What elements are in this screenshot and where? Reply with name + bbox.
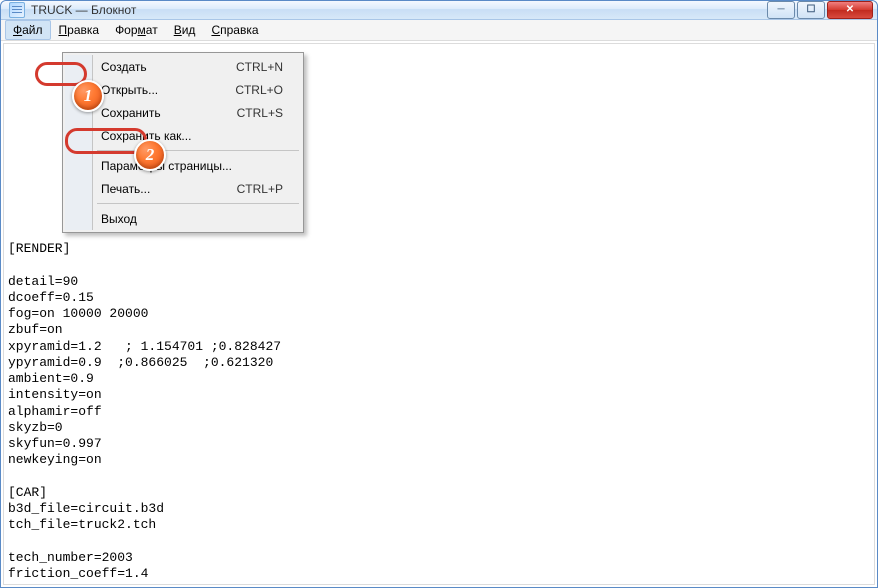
menu-edit[interactable]: Правка	[51, 20, 108, 40]
window-title: TRUCK — Блокнот	[31, 3, 767, 17]
menu-item-label: Выход	[101, 212, 301, 226]
menu-view[interactable]: Вид	[166, 20, 204, 40]
menu-file[interactable]: Файл	[5, 20, 51, 40]
maximize-button[interactable]: ☐	[797, 1, 825, 19]
menu-item-shortcut: CTRL+P	[237, 182, 301, 196]
menu-bar: Файл Правка Формат Вид Справка	[1, 20, 877, 41]
window-controls: ─ ☐ ✕	[767, 1, 873, 19]
menu-separator	[97, 203, 299, 204]
close-button[interactable]: ✕	[827, 1, 873, 19]
menu-item-label: Сохранить	[101, 106, 237, 120]
menu-separator	[97, 150, 299, 151]
menu-item-exit[interactable]: Выход	[65, 207, 301, 230]
menu-item-label: Печать...	[101, 182, 237, 196]
menu-item-page-setup[interactable]: Параметры страницы...	[65, 154, 301, 177]
menu-item-save-as[interactable]: Сохранить как...	[65, 124, 301, 147]
menu-item-shortcut: CTRL+S	[237, 106, 301, 120]
minimize-button[interactable]: ─	[767, 1, 795, 19]
menu-item-label: Сохранить как...	[101, 129, 301, 143]
file-dropdown-menu: Создать CTRL+N Открыть... CTRL+O Сохрани…	[62, 52, 304, 233]
notepad-icon	[9, 2, 25, 18]
menu-item-shortcut: CTRL+O	[235, 83, 301, 97]
annotation-badge-2: 2	[134, 139, 166, 171]
title-bar[interactable]: TRUCK — Блокнот ─ ☐ ✕	[1, 1, 877, 20]
menu-item-print[interactable]: Печать... CTRL+P	[65, 177, 301, 200]
menu-item-new[interactable]: Создать CTRL+N	[65, 55, 301, 78]
menu-item-shortcut: CTRL+N	[236, 60, 301, 74]
menu-item-label: Параметры страницы...	[101, 159, 301, 173]
menu-format[interactable]: Формат	[107, 20, 166, 40]
menu-help[interactable]: Справка	[203, 20, 266, 40]
menu-item-label: Создать	[101, 60, 236, 74]
annotation-badge-1: 1	[72, 80, 104, 112]
menu-item-label: Открыть...	[101, 83, 235, 97]
